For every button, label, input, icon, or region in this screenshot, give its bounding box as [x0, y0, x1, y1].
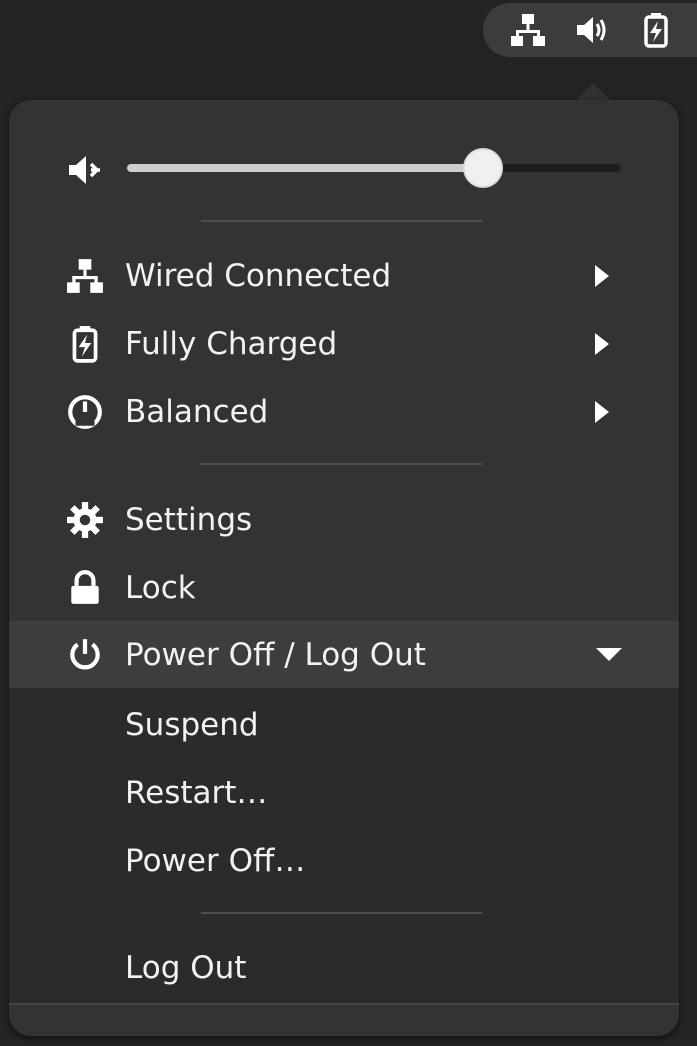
power-profile-icon: [65, 392, 105, 432]
chevron-right-icon: [595, 265, 609, 287]
menu-pointer: [575, 83, 611, 101]
power-profile-item[interactable]: Balanced: [9, 379, 679, 445]
lock-item[interactable]: Lock: [9, 555, 679, 621]
lock-label: Lock: [125, 570, 196, 606]
log-out-label: Log Out: [125, 950, 247, 986]
speaker-muted-icon[interactable]: [65, 150, 105, 190]
fully-charged-label: Fully Charged: [125, 326, 338, 362]
gear-icon: [65, 500, 105, 540]
restart-label: Restart…: [125, 775, 268, 811]
settings-label: Settings: [125, 502, 253, 538]
speaker-volume-icon: [571, 9, 613, 51]
power-off-log-out-label: Power Off / Log Out: [125, 636, 426, 673]
power-icon: [65, 635, 105, 675]
battery-charging-icon: [65, 324, 105, 364]
suspend-item[interactable]: Suspend: [9, 692, 679, 758]
system-menu: Wired Connected Fully Charged Balanced S…: [9, 100, 679, 1036]
log-out-item[interactable]: Log Out: [9, 935, 679, 1001]
wired-connected-label: Wired Connected: [125, 258, 392, 294]
menu-footer-divider: [9, 1003, 679, 1005]
power-off-item[interactable]: Power Off…: [9, 828, 679, 894]
chevron-down-icon: [596, 648, 622, 661]
settings-item[interactable]: Settings: [9, 487, 679, 553]
power-submenu: Suspend Restart… Power Off… Log Out: [9, 688, 679, 1003]
network-wired-icon: [507, 9, 549, 51]
separator: [201, 463, 482, 465]
volume-slider-fill: [127, 164, 483, 172]
volume-slider[interactable]: [127, 150, 621, 186]
top-bar: [0, 0, 697, 92]
system-status-area[interactable]: [483, 3, 697, 57]
restart-item[interactable]: Restart…: [9, 760, 679, 826]
power-off-label: Power Off…: [125, 843, 306, 879]
wired-connected-item[interactable]: Wired Connected: [9, 243, 679, 309]
battery-status-item[interactable]: Fully Charged: [9, 311, 679, 377]
separator: [201, 912, 482, 914]
volume-slider-handle[interactable]: [464, 150, 501, 186]
chevron-right-icon: [595, 401, 609, 423]
chevron-right-icon: [595, 333, 609, 355]
lock-icon: [65, 568, 105, 608]
balanced-label: Balanced: [125, 394, 269, 430]
network-wired-icon: [65, 256, 105, 296]
battery-charging-icon: [635, 9, 677, 51]
desktop-screen: Wired Connected Fully Charged Balanced S…: [0, 0, 697, 1046]
separator: [201, 220, 482, 222]
suspend-label: Suspend: [125, 707, 259, 743]
power-off-log-out-item[interactable]: Power Off / Log Out: [9, 621, 679, 688]
